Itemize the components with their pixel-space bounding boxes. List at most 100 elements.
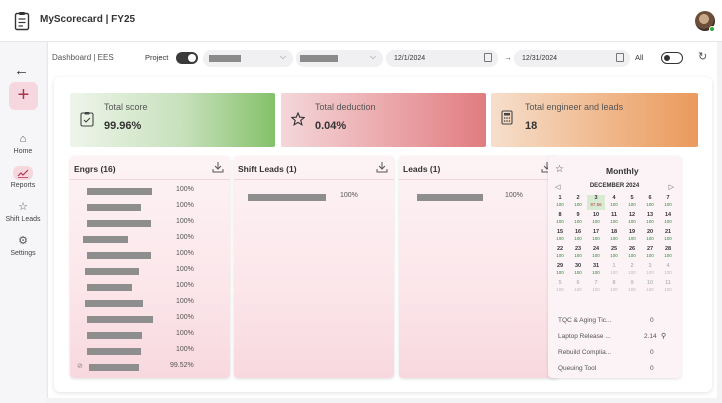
calendar-day[interactable]: 10 100 <box>641 280 659 295</box>
calendar-day[interactable]: 1 100 <box>605 263 623 278</box>
calendar-day-number: 8 <box>558 212 562 218</box>
calendar-icon[interactable] <box>484 53 492 62</box>
calendar-day[interactable]: 20 100 <box>641 229 659 244</box>
calendar-day[interactable]: 22 100 <box>551 246 569 261</box>
calendar-day-score: 100 <box>646 287 654 292</box>
redacted-name <box>87 204 141 211</box>
calendar-day[interactable]: 18 100 <box>605 229 623 244</box>
calendar-day[interactable]: 21 100 <box>659 229 677 244</box>
calendar-day[interactable]: 2 100 <box>569 195 587 210</box>
download-icon[interactable] <box>376 161 388 173</box>
team-dropdown[interactable]: ⌵ <box>296 50 383 67</box>
start-date-field[interactable]: 12/1/2024 <box>386 50 498 67</box>
calendar-day-score: 100 <box>664 219 672 224</box>
star-icon[interactable]: ☆ <box>555 164 564 175</box>
table-row[interactable]: ⊘ 99.52% <box>70 360 230 374</box>
calendar-day[interactable]: 27 100 <box>641 246 659 261</box>
table-row[interactable]: 100% <box>70 328 230 342</box>
calendar-icon[interactable] <box>616 53 624 62</box>
calendar-day[interactable]: 14 100 <box>659 212 677 227</box>
calendar-day[interactable]: 12 100 <box>623 212 641 227</box>
table-row[interactable]: 100% <box>70 216 230 230</box>
calendar-day[interactable]: 30 100 <box>569 263 587 278</box>
calendar-day[interactable]: 29 100 <box>551 263 569 278</box>
table-row[interactable]: 100% <box>70 200 230 214</box>
calendar-day[interactable]: 4 100 <box>605 195 623 210</box>
table-row[interactable]: 100% <box>70 296 230 310</box>
calendar-day[interactable]: 3 100 <box>641 263 659 278</box>
calendar-day[interactable]: 11 100 <box>605 212 623 227</box>
table-row[interactable]: 100% <box>399 190 559 204</box>
all-label: All <box>635 53 644 62</box>
calendar-day[interactable]: 9 100 <box>623 280 641 295</box>
calendar-day[interactable]: 8 100 <box>605 280 623 295</box>
table-row[interactable]: 100% <box>234 190 394 204</box>
calendar-day[interactable]: 7 100 <box>587 280 605 295</box>
table-row[interactable]: 100% <box>70 312 230 326</box>
stat-total-engineers-leads: Total engineer and leads 18 <box>491 93 698 147</box>
tool-row[interactable]: Laptop Release ... 2.14 ⚲ <box>548 329 681 345</box>
calendar-day-number: 12 <box>628 212 636 218</box>
calendar-day-number: 13 <box>646 212 654 218</box>
download-icon[interactable] <box>212 161 224 173</box>
chevron-down-icon: ⌵ <box>369 52 376 61</box>
calendar-day[interactable]: 6 100 <box>641 195 659 210</box>
calendar-day[interactable]: 23 100 <box>569 246 587 261</box>
refresh-icon[interactable]: ↻ <box>698 50 707 63</box>
calendar-day[interactable]: 11 100 <box>659 280 677 295</box>
new-button[interactable]: + <box>9 82 38 110</box>
calendar-day-score: 100 <box>628 287 636 292</box>
date-range-arrow: → <box>504 53 512 62</box>
all-toggle[interactable] <box>661 52 683 64</box>
calendar-day[interactable]: 5 100 <box>551 280 569 295</box>
sidebar-item-reports[interactable]: Reports <box>0 166 46 189</box>
sidebar-item-home[interactable]: ⌂ Home <box>0 132 46 155</box>
back-arrow-icon[interactable]: ← <box>14 62 29 79</box>
calendar-day[interactable]: 31 100 <box>587 263 605 278</box>
reports-icon <box>13 166 33 180</box>
calendar-day[interactable]: 4 100 <box>659 263 677 278</box>
calendar-day[interactable]: 28 100 <box>659 246 677 261</box>
project-dropdown[interactable]: ⌵ <box>203 50 293 67</box>
link-icon[interactable]: ⚲ <box>661 332 666 340</box>
table-row[interactable]: 100% <box>70 280 230 294</box>
calendar-day[interactable]: 17 100 <box>587 229 605 244</box>
calendar-day[interactable]: 5 100 <box>623 195 641 210</box>
table-row[interactable]: 100% <box>70 264 230 278</box>
table-row[interactable]: 100% <box>70 344 230 358</box>
row-score: 100% <box>176 298 194 305</box>
end-date-field[interactable]: 12/31/2024 <box>514 50 630 67</box>
calendar-day[interactable]: 9 100 <box>569 212 587 227</box>
calendar-day[interactable]: 24 100 <box>587 246 605 261</box>
chevron-right-icon[interactable]: ▷ <box>669 183 674 191</box>
calendar-day[interactable]: 3 97.56 <box>587 195 605 210</box>
row-score: 100% <box>176 234 194 241</box>
redacted-name <box>83 236 128 243</box>
calendar-day-score: 100 <box>592 270 600 275</box>
calendar-day[interactable]: 10 100 <box>587 212 605 227</box>
table-row[interactable]: 100% <box>70 184 230 198</box>
calendar-day[interactable]: 1 100 <box>551 195 569 210</box>
calendar-day[interactable]: 15 100 <box>551 229 569 244</box>
calendar-day[interactable]: 13 100 <box>641 212 659 227</box>
presence-indicator <box>709 26 715 32</box>
tool-row[interactable]: Queuing Tool 0 <box>548 361 681 377</box>
calendar-day[interactable]: 8 100 <box>551 212 569 227</box>
calendar-day[interactable]: 6 100 <box>569 280 587 295</box>
calendar-day[interactable]: 16 100 <box>569 229 587 244</box>
table-row[interactable]: 100% <box>70 232 230 246</box>
tool-row[interactable]: TQC & Aging Tic... 0 <box>548 313 681 329</box>
sidebar-item-settings[interactable]: ⚙ Settings <box>0 234 46 257</box>
calendar-day[interactable]: 19 100 <box>623 229 641 244</box>
table-row[interactable]: 100% <box>70 248 230 262</box>
calendar-day[interactable]: 2 100 <box>623 263 641 278</box>
calendar-day[interactable]: 26 100 <box>623 246 641 261</box>
calendar-day-number: 6 <box>576 280 580 286</box>
calendar-day-number: 3 <box>648 263 652 269</box>
calendar-day[interactable]: 7 100 <box>659 195 677 210</box>
project-toggle[interactable] <box>176 52 198 64</box>
sidebar-item-shift-leads[interactable]: ☆ Shift Leads <box>0 200 46 223</box>
tool-row[interactable]: Rebuild Complia... 0 <box>548 345 681 361</box>
calendar-day-score: 100 <box>664 253 672 258</box>
calendar-day[interactable]: 25 100 <box>605 246 623 261</box>
